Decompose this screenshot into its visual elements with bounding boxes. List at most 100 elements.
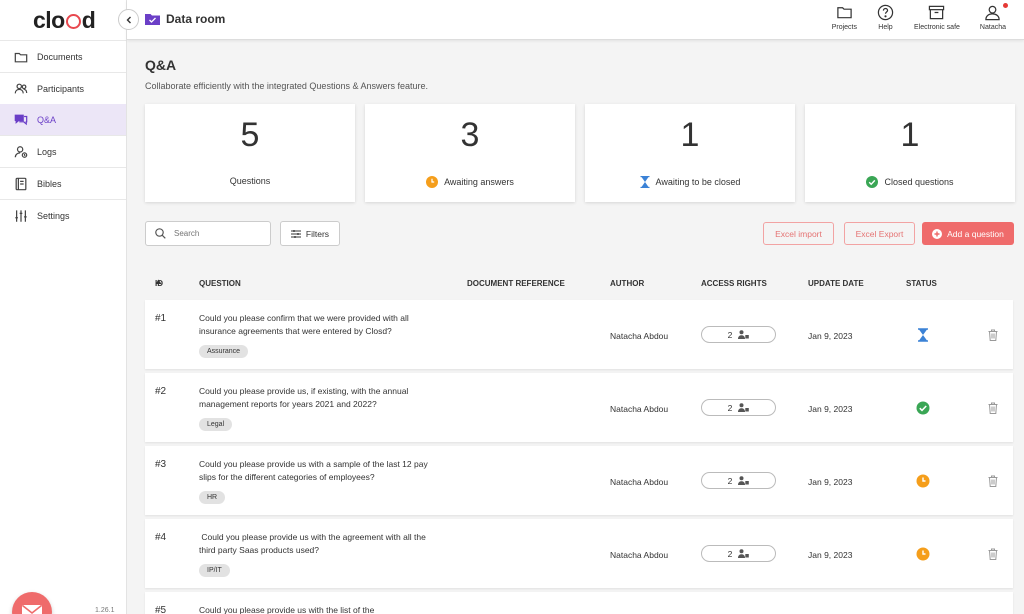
stat-label-text: Awaiting answers (444, 177, 514, 187)
sidebar-item-label: Bibles (37, 178, 62, 189)
table-row[interactable]: #5 Could you please provide us with the … (145, 592, 1013, 614)
table-row[interactable]: #2 Could you please provide us, if exist… (145, 373, 1013, 442)
collapse-sidebar-button[interactable] (118, 9, 139, 30)
row-id: #5 (155, 605, 167, 614)
sidebar: clo d Documents Participants Q&A Logs Bib… (0, 0, 127, 614)
room-title-text: Data room (166, 12, 226, 26)
access-count: 2 (727, 475, 733, 486)
help-button[interactable]: Help (867, 4, 904, 31)
stat-value: 3 (460, 116, 480, 154)
sidebar-item-bibles[interactable]: Bibles (0, 168, 126, 199)
header-author: AUTHOR (610, 279, 645, 288)
row-tag: HR (199, 491, 226, 504)
row-update-date: Jan 9, 2023 (808, 477, 853, 487)
row-tag: Legal (199, 418, 233, 431)
filters-button[interactable]: Filters (280, 221, 340, 246)
row-update-date: Jan 9, 2023 (808, 331, 853, 341)
stat-label: Awaiting answers (365, 176, 575, 188)
sidebar-item-participants[interactable]: Participants (0, 73, 126, 104)
top-actions: Projects Help Electronic safe Natacha (822, 3, 1016, 31)
projects-label: Projects (831, 24, 857, 31)
page-subtitle: Collaborate efficiently with the integra… (145, 81, 428, 91)
row-id: #4 (155, 532, 167, 543)
main-content: Q&A Collaborate efficiently with the int… (127, 41, 1024, 614)
header-id[interactable]: ID (155, 279, 163, 288)
trash-icon[interactable] (987, 402, 999, 414)
data-room-title: Data room (145, 12, 225, 26)
sidebar-item-qa[interactable]: Q&A (0, 104, 126, 135)
closd-logo[interactable]: clo d (0, 0, 126, 40)
page-title: Q&A (145, 57, 177, 73)
trash-icon[interactable] (987, 329, 999, 341)
chevron-left-icon (126, 16, 131, 23)
search-input[interactable] (174, 229, 264, 238)
row-id: #3 (155, 459, 167, 470)
access-rights-button[interactable]: 2 (701, 472, 776, 489)
sidebar-item-documents[interactable]: Documents (0, 41, 126, 72)
header-document-reference: DOCUMENT REFERENCE (467, 279, 565, 288)
projects-button[interactable]: Projects (822, 4, 867, 31)
stat-label: Awaiting to be closed (585, 176, 795, 188)
header-id-label: ID (155, 279, 163, 288)
stat-card-awaiting-answers: 3 Awaiting answers (365, 104, 575, 202)
stat-label-text: Questions (229, 176, 271, 186)
hourglass-icon (918, 328, 928, 342)
check-circle-icon (866, 176, 879, 188)
add-question-label: Add a question (947, 228, 1004, 239)
table-row[interactable]: #4 Could you please provide us with the … (145, 519, 1013, 588)
access-count: 2 (727, 402, 733, 413)
stat-card-closed: 1 Closed questions (805, 104, 1015, 202)
plus-circle-icon (932, 228, 943, 239)
sidebar-item-logs[interactable]: Logs (0, 136, 126, 167)
excel-import-button[interactable]: Excel import (763, 222, 834, 245)
row-question: Could you please provide us with a sampl… (199, 459, 428, 482)
sidebar-nav: Documents Participants Q&A Logs Bibles S… (0, 40, 126, 231)
row-tag: Assurance (199, 345, 249, 358)
add-question-button[interactable]: Add a question (922, 222, 1014, 245)
archive-icon (929, 5, 945, 20)
logs-icon (14, 145, 28, 158)
access-rights-button[interactable]: 2 (701, 326, 776, 343)
stat-value: 5 (240, 116, 260, 154)
stat-card-awaiting-closed: 1 Awaiting to be closed (585, 104, 795, 202)
access-rights-button[interactable]: 2 (701, 545, 776, 562)
access-rights-button[interactable]: 2 (701, 399, 776, 416)
electronic-safe-button[interactable]: Electronic safe (904, 4, 970, 31)
folder-icon (837, 7, 852, 19)
users-lock-icon (738, 476, 750, 485)
users-lock-icon (738, 549, 750, 558)
sidebar-item-label: Settings (37, 210, 70, 221)
check-circle-icon (916, 401, 930, 415)
header-access-rights: ACCESS RIGHTS (701, 279, 767, 288)
user-menu-button[interactable]: Natacha (970, 3, 1016, 31)
users-lock-icon (738, 330, 750, 339)
sidebar-item-label: Documents (37, 51, 83, 62)
row-question: Could you please provide us with the lis… (199, 605, 375, 614)
excel-export-button[interactable]: Excel Export (844, 222, 915, 245)
table-row[interactable]: #3 Could you please provide us with a sa… (145, 446, 1013, 515)
row-update-date: Jan 9, 2023 (808, 404, 853, 414)
excel-import-label: Excel import (775, 228, 822, 239)
search-box[interactable] (145, 221, 271, 246)
clock-icon (916, 547, 930, 561)
sidebar-item-settings[interactable]: Settings (0, 200, 126, 231)
sliders-icon (15, 209, 27, 222)
electronic-safe-label: Electronic safe (914, 24, 960, 31)
row-question: Could you please provide us, if existing… (199, 386, 409, 409)
row-id: #1 (155, 313, 167, 324)
access-count: 2 (727, 548, 733, 559)
header-status: STATUS (906, 279, 937, 288)
hourglass-icon (640, 176, 650, 188)
trash-icon[interactable] (987, 548, 999, 560)
help-label: Help (878, 24, 893, 31)
row-update-date: Jan 9, 2023 (808, 550, 853, 560)
row-question: Could you please confirm that we were pr… (199, 313, 409, 336)
message-fab-button[interactable] (12, 592, 52, 614)
table-row[interactable]: #1 Could you please confirm that we were… (145, 300, 1013, 369)
trash-icon[interactable] (987, 475, 999, 487)
excel-export-label: Excel Export (855, 228, 904, 239)
header-update-date: UPDATE DATE (808, 279, 864, 288)
folder-icon (14, 52, 28, 62)
stat-value: 1 (680, 116, 700, 154)
stat-card-questions: 5 Questions (145, 104, 355, 202)
